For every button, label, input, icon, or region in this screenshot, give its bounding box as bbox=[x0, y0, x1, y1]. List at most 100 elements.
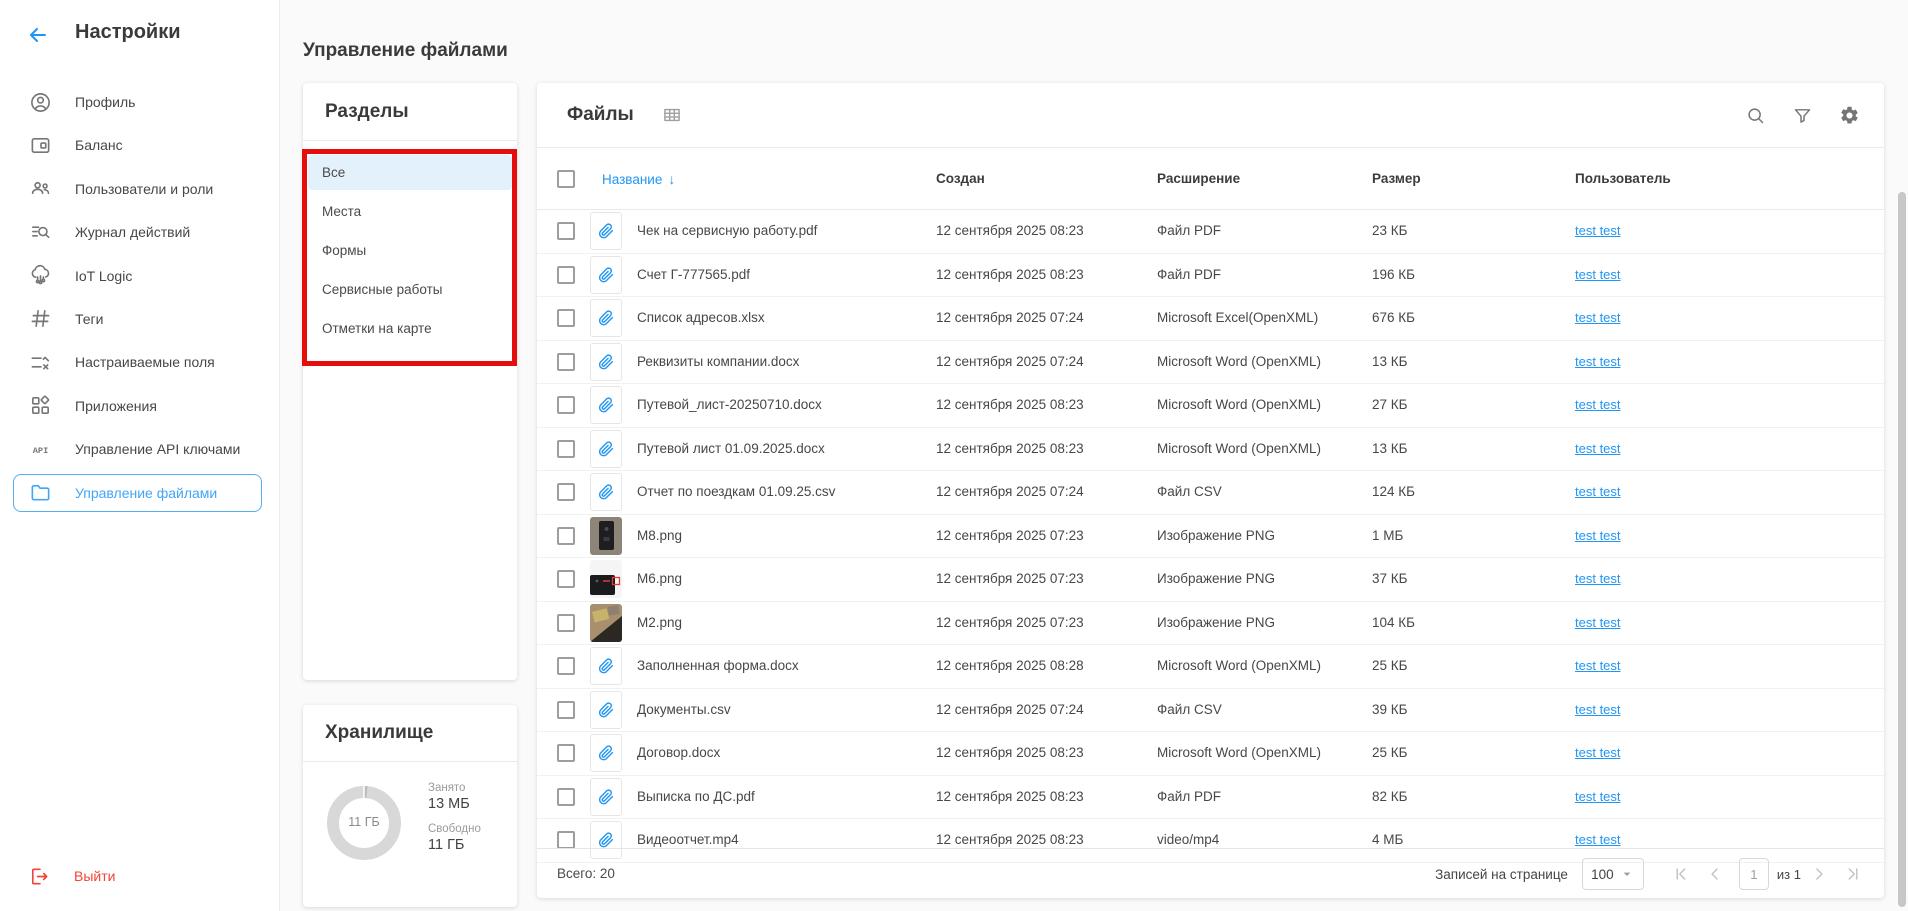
file-name: M6.png bbox=[637, 558, 682, 601]
row-checkbox[interactable] bbox=[557, 657, 575, 675]
sidebar-item-tags[interactable]: Теги bbox=[13, 300, 262, 338]
row-checkbox[interactable] bbox=[557, 527, 575, 545]
file-size: 25 КБ bbox=[1372, 732, 1408, 775]
storage-total-label: 11 ГБ bbox=[326, 815, 402, 829]
row-checkbox[interactable] bbox=[557, 266, 575, 284]
first-page-icon[interactable] bbox=[1671, 864, 1691, 884]
total-count: Всего: 20 bbox=[557, 849, 615, 899]
sidebar-item-label: Управление API ключами bbox=[75, 441, 240, 457]
file-name: M2.png bbox=[637, 602, 682, 645]
file-name: Отчет по поездкам 01.09.25.csv bbox=[637, 471, 835, 514]
table-row[interactable]: Чек на сервисную работу.pdf12 сентября 2… bbox=[537, 210, 1884, 254]
storage-used-value: 13 МБ bbox=[428, 795, 481, 813]
sidebar-title: Настройки bbox=[75, 21, 181, 44]
next-page-icon[interactable] bbox=[1809, 864, 1829, 884]
file-name: Заполненная форма.docx bbox=[637, 645, 799, 688]
sidebar-item-label: Журнал действий bbox=[75, 224, 190, 240]
table-row[interactable]: Список адресов.xlsx12 сентября 2025 07:2… bbox=[537, 297, 1884, 341]
sidebar-item-profile[interactable]: Профиль bbox=[13, 83, 262, 121]
sidebar-item-action-log[interactable]: Журнал действий bbox=[13, 213, 262, 251]
section-list-item[interactable]: Формы bbox=[308, 233, 512, 268]
prev-page-icon[interactable] bbox=[1705, 864, 1725, 884]
table-row[interactable]: Выписка по ДС.pdf12 сентября 2025 08:23Ф… bbox=[537, 776, 1884, 820]
row-checkbox[interactable] bbox=[557, 440, 575, 458]
file-user-link[interactable]: test test bbox=[1575, 776, 1621, 819]
select-all-checkbox[interactable] bbox=[557, 170, 575, 188]
file-user-link[interactable]: test test bbox=[1575, 254, 1621, 297]
file-user-link[interactable]: test test bbox=[1575, 471, 1621, 514]
per-page-select[interactable]: 100 bbox=[1582, 858, 1644, 890]
filter-icon bbox=[1792, 105, 1813, 126]
column-header-user[interactable]: Пользователь bbox=[1575, 148, 1671, 210]
section-list-item[interactable]: Все bbox=[308, 155, 512, 190]
table-row[interactable]: Заполненная форма.docx12 сентября 2025 0… bbox=[537, 645, 1884, 689]
file-management-icon bbox=[29, 481, 52, 504]
row-checkbox[interactable] bbox=[557, 309, 575, 327]
last-page-icon[interactable] bbox=[1843, 864, 1863, 884]
row-checkbox[interactable] bbox=[557, 222, 575, 240]
sidebar-item-balance[interactable]: Баланс bbox=[13, 126, 262, 164]
table-row[interactable]: Отчет по поездкам 01.09.25.csv12 сентябр… bbox=[537, 471, 1884, 515]
row-checkbox[interactable] bbox=[557, 483, 575, 501]
file-user-link[interactable]: test test bbox=[1575, 297, 1621, 340]
table-footer: Всего: 20 Записей на странице 100 1 из 1 bbox=[537, 848, 1884, 898]
file-user-link[interactable]: test test bbox=[1575, 341, 1621, 384]
row-checkbox[interactable] bbox=[557, 396, 575, 414]
file-user-link[interactable]: test test bbox=[1575, 602, 1621, 645]
back-arrow-icon[interactable] bbox=[26, 23, 50, 47]
file-user-link[interactable]: test test bbox=[1575, 428, 1621, 471]
table-row[interactable]: M8.png12 сентября 2025 07:23Изображение … bbox=[537, 515, 1884, 559]
column-header-name[interactable]: Название↓ bbox=[602, 148, 675, 211]
tags-icon bbox=[29, 307, 52, 330]
file-size: 1 МБ bbox=[1372, 515, 1403, 558]
settings-icon bbox=[1839, 105, 1860, 126]
sidebar-item-custom-fields[interactable]: Настраиваемые поля bbox=[13, 343, 262, 381]
column-header-size[interactable]: Размер bbox=[1372, 148, 1421, 210]
row-checkbox[interactable] bbox=[557, 701, 575, 719]
sidebar-item-applications[interactable]: Приложения bbox=[13, 387, 262, 425]
sidebar-item-api-keys[interactable]: APIУправление API ключами bbox=[13, 430, 262, 468]
table-row[interactable]: M2.png12 сентября 2025 07:23Изображение … bbox=[537, 602, 1884, 646]
per-page-label: Записей на странице bbox=[1435, 867, 1568, 882]
filter-icon[interactable] bbox=[1792, 105, 1813, 126]
row-checkbox[interactable] bbox=[557, 570, 575, 588]
file-created-date: 12 сентября 2025 08:23 bbox=[936, 384, 1084, 427]
file-user-link[interactable]: test test bbox=[1575, 384, 1621, 427]
row-checkbox[interactable] bbox=[557, 744, 575, 762]
column-header-extension[interactable]: Расширение bbox=[1157, 148, 1240, 210]
row-checkbox[interactable] bbox=[557, 831, 575, 849]
section-list-item[interactable]: Отметки на карте bbox=[308, 311, 512, 346]
file-user-link[interactable]: test test bbox=[1575, 210, 1621, 253]
sidebar-item-file-management[interactable]: Управление файлами bbox=[13, 474, 262, 512]
current-page-input[interactable]: 1 bbox=[1739, 858, 1769, 890]
table-row[interactable]: Счет Г-777565.pdf12 сентября 2025 08:23Ф… bbox=[537, 254, 1884, 298]
settings-icon[interactable] bbox=[1839, 105, 1860, 126]
file-user-link[interactable]: test test bbox=[1575, 558, 1621, 601]
sidebar-item-users-roles[interactable]: Пользователи и роли bbox=[13, 170, 262, 208]
section-list-item[interactable]: Места bbox=[308, 194, 512, 229]
table-row[interactable]: M6.png12 сентября 2025 07:23Изображение … bbox=[537, 558, 1884, 602]
vertical-scrollbar[interactable] bbox=[1898, 192, 1906, 907]
table-row[interactable]: Договор.docx12 сентября 2025 08:23Micros… bbox=[537, 732, 1884, 776]
column-header-created[interactable]: Создан bbox=[936, 148, 985, 210]
row-checkbox[interactable] bbox=[557, 788, 575, 806]
file-user-link[interactable]: test test bbox=[1575, 645, 1621, 688]
table-row[interactable]: Реквизиты компании.docx12 сентября 2025 … bbox=[537, 341, 1884, 385]
file-user-link[interactable]: test test bbox=[1575, 515, 1621, 558]
sidebar-item-iot-logic[interactable]: IoT Logic bbox=[13, 257, 262, 295]
row-checkbox[interactable] bbox=[557, 614, 575, 632]
search-icon[interactable] bbox=[1745, 105, 1766, 126]
attachment-icon bbox=[597, 309, 615, 327]
section-item-label: Места bbox=[322, 204, 361, 219]
table-row[interactable]: Документы.csv12 сентября 2025 07:24Файл … bbox=[537, 689, 1884, 733]
logout-button[interactable]: Выйти bbox=[13, 857, 115, 895]
section-list-item[interactable]: Сервисные работы bbox=[308, 272, 512, 307]
file-user-link[interactable]: test test bbox=[1575, 732, 1621, 775]
sections-panel: Разделы ВсеМестаФормыСервисные работыОтм… bbox=[303, 83, 517, 680]
table-row[interactable]: Путевой_лист-20250710.docx12 сентября 20… bbox=[537, 384, 1884, 428]
table-row[interactable]: Путевой лист 01.09.2025.docx12 сентября … bbox=[537, 428, 1884, 472]
file-user-link[interactable]: test test bbox=[1575, 689, 1621, 732]
attachment-icon bbox=[597, 701, 615, 719]
row-checkbox[interactable] bbox=[557, 353, 575, 371]
grid-view-icon[interactable] bbox=[662, 105, 682, 125]
